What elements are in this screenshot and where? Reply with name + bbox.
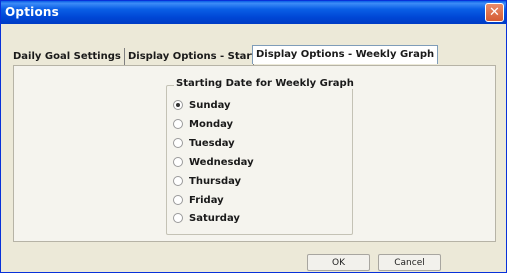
options-dialog: Options ✕ Daily Goal Settings Display Op… [0,0,507,273]
radio-button-checked[interactable] [173,100,183,110]
radio-label: Thursday [189,176,242,187]
group-legend: Starting Date for Weekly Graph [174,78,356,89]
radio-label: Sunday [189,100,231,111]
radio-label: Friday [189,195,224,206]
radio-button[interactable] [173,195,183,205]
ok-button[interactable]: OK [307,254,370,271]
radio-button[interactable] [173,176,183,186]
radio-button[interactable] [173,119,183,129]
radio-button[interactable] [173,138,183,148]
close-button[interactable]: ✕ [485,3,504,22]
tab-display-options-startup[interactable]: Display Options - Startup [128,48,270,65]
radio-label: Saturday [189,213,240,224]
title-bar[interactable]: Options ✕ [1,1,506,24]
radio-button[interactable] [173,213,183,223]
radio-label: Monday [189,119,234,130]
close-icon: ✕ [489,5,500,20]
radio-label: Tuesday [189,138,235,149]
cancel-button[interactable]: Cancel [378,254,441,271]
tab-display-options-weekly-graph[interactable]: Display Options - Weekly Graph [252,45,439,64]
radio-label: Wednesday [189,157,254,168]
tab-daily-goal-settings[interactable]: Daily Goal Settings [13,48,125,65]
radio-button[interactable] [173,157,183,167]
window-title: Options [5,5,59,19]
